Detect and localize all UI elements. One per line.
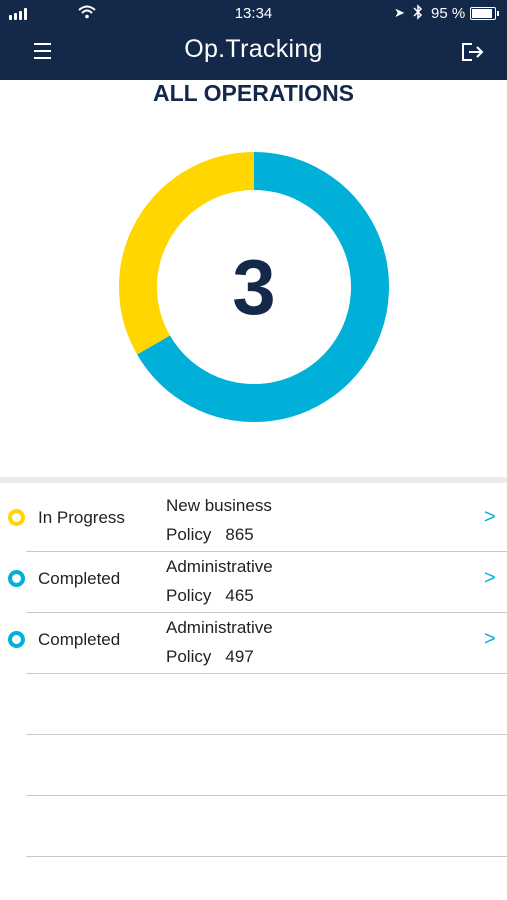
app-title: Op.Tracking (184, 35, 323, 63)
policy-label: Policy (166, 586, 212, 605)
operation-policy: Policy 465 (166, 586, 254, 606)
policy-number: 865 (225, 525, 254, 544)
app-header: 13:34 ➤ 95 % Op.Tracking (0, 0, 507, 80)
operation-row[interactable]: In Progress New business Policy 865 > (0, 490, 507, 551)
bluetooth-icon (413, 4, 423, 20)
section-title: ALL OPERATIONS (152, 80, 355, 106)
operation-policy: Policy 497 (166, 647, 254, 667)
row-separator (26, 856, 507, 857)
row-separator (26, 734, 507, 735)
status-ring-icon (8, 509, 25, 526)
operation-status: Completed (38, 569, 121, 588)
operation-type: New business (166, 496, 272, 515)
total-operations-count: 3 (232, 243, 276, 331)
battery-icon (470, 7, 499, 20)
operation-row[interactable]: Completed Administrative Policy 465 > (0, 551, 507, 612)
policy-label: Policy (166, 525, 212, 544)
chevron-right-icon[interactable]: > (484, 628, 496, 651)
operation-type: Administrative (166, 557, 273, 576)
policy-label: Policy (166, 647, 212, 666)
operation-row[interactable]: Completed Administrative Policy 497 > (0, 612, 507, 673)
status-ring-icon (8, 631, 25, 648)
chevron-right-icon[interactable]: > (484, 567, 496, 590)
battery-percent: 95 % (431, 5, 466, 22)
row-separator (26, 795, 507, 796)
row-separator (26, 673, 507, 674)
status-bar: 13:34 ➤ 95 % (0, 0, 507, 28)
logout-icon (462, 43, 484, 61)
operation-status: Completed (38, 630, 121, 649)
section-divider (0, 477, 507, 483)
chevron-right-icon[interactable]: > (484, 506, 496, 529)
operation-policy: Policy 865 (166, 525, 254, 545)
location-icon: ➤ (394, 5, 405, 20)
row-separator (26, 612, 507, 613)
logout-button[interactable] (460, 40, 486, 64)
policy-number: 465 (225, 586, 254, 605)
operation-type: Administrative (166, 618, 273, 637)
operation-status: In Progress (38, 508, 125, 527)
row-separator (26, 551, 507, 552)
policy-number: 497 (225, 647, 254, 666)
status-ring-icon (8, 570, 25, 587)
